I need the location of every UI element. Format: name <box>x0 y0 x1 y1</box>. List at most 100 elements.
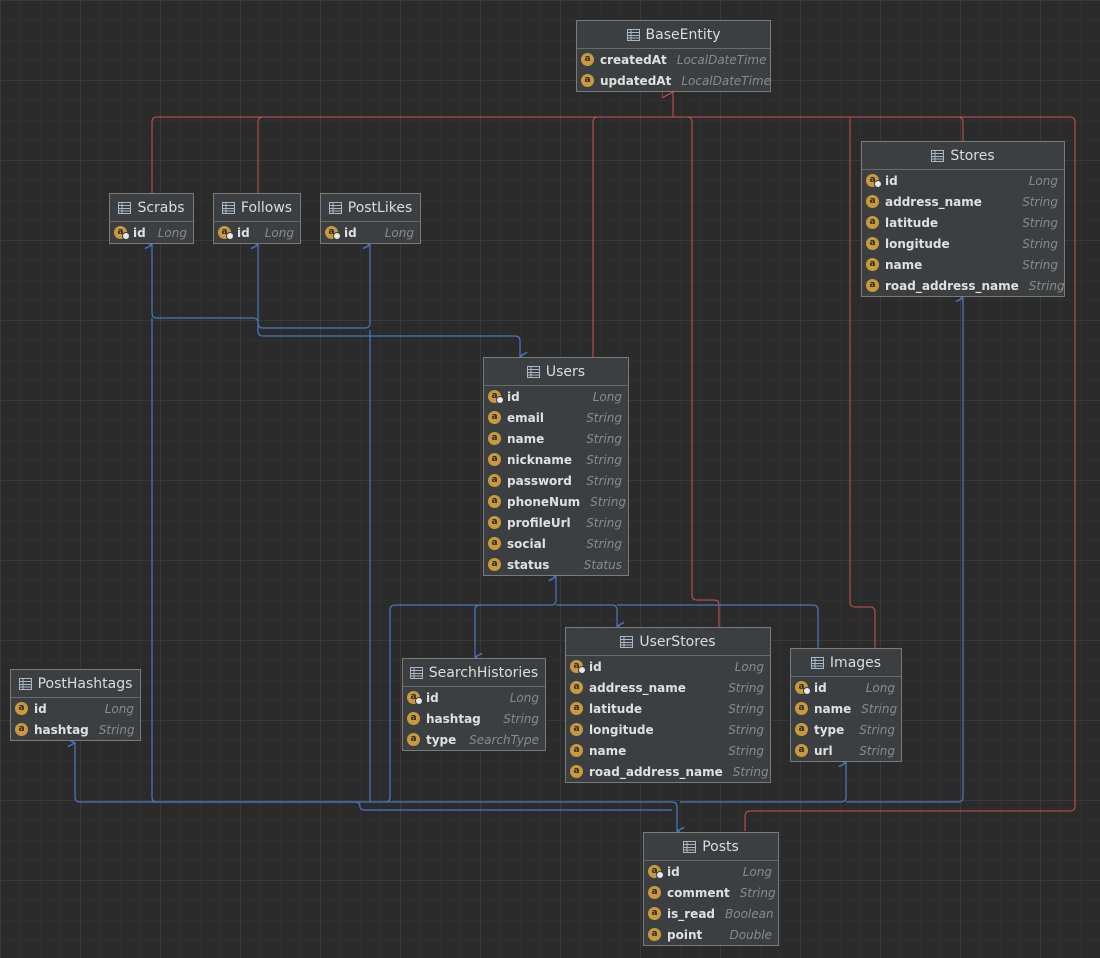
primary-key-icon: a <box>866 174 882 188</box>
field-row-url[interactable]: a url String <box>791 740 901 761</box>
field-row-id[interactable]: a id Long <box>644 861 778 882</box>
entity-title: Scrabs <box>137 199 185 216</box>
field-row-name[interactable]: a name String <box>484 428 628 449</box>
field-row-longitude[interactable]: a longitude String <box>862 233 1064 254</box>
field-row-id[interactable]: a id Long <box>791 677 901 698</box>
field-name: url <box>814 743 833 758</box>
field-row-social[interactable]: a social String <box>484 533 628 554</box>
field-row-name[interactable]: a name String <box>791 698 901 719</box>
field-icon: a <box>488 537 501 550</box>
field-name: hashtag <box>426 711 481 726</box>
field-type: String <box>728 743 764 758</box>
primary-key-icon: a <box>795 681 811 695</box>
field-name: address_name <box>885 194 982 209</box>
field-type: String <box>98 722 135 737</box>
field-row-latitude[interactable]: a latitude String <box>862 212 1064 233</box>
field-row-longitude[interactable]: a longitude String <box>566 719 770 740</box>
field-row-phone-num[interactable]: a phoneNum String <box>484 491 628 512</box>
field-row-id[interactable]: a id Long <box>862 170 1064 191</box>
entity-posts[interactable]: Posts a id Long a comment String a is_read Boolea… <box>643 832 779 946</box>
field-row-latitude[interactable]: a latitude String <box>566 698 770 719</box>
field-icon: a <box>581 53 594 66</box>
field-row-nickname[interactable]: a nickname String <box>484 449 628 470</box>
association-line <box>258 245 370 329</box>
table-icon <box>409 666 423 679</box>
entity-scrabs[interactable]: Scrabs a id Long <box>109 193 194 244</box>
field-icon: a <box>866 258 879 271</box>
primary-key-icon: a <box>325 226 341 240</box>
field-row-comment[interactable]: a comment String <box>644 882 778 903</box>
field-type: String <box>859 722 895 737</box>
field-row-updated-at[interactable]: a updatedAt LocalDateTime <box>577 70 771 91</box>
field-row-road-address-name[interactable]: a road_address_name String <box>566 761 770 782</box>
field-row-name[interactable]: a name String <box>566 740 770 761</box>
field-row-id[interactable]: a id Long <box>403 687 545 708</box>
field-type: String <box>586 431 622 446</box>
entity-header: BaseEntity <box>577 21 770 49</box>
entity-header: UserStores <box>566 628 770 656</box>
field-type: String <box>859 743 895 758</box>
field-row-type[interactable]: a type String <box>791 719 901 740</box>
field-name: road_address_name <box>589 764 723 779</box>
field-name: type <box>426 732 457 747</box>
table-icon <box>221 201 235 214</box>
field-icon: a <box>488 558 501 571</box>
field-icon: a <box>488 453 501 466</box>
field-row-road-address-name[interactable]: a road_address_name String <box>862 275 1065 296</box>
entity-base-entity[interactable]: BaseEntity a createdAt LocalDateTime a update… <box>576 20 771 92</box>
entity-title: PostLikes <box>347 199 413 216</box>
entity-user-stores[interactable]: UserStores a id Long a address_name String a lat… <box>565 627 771 783</box>
field-row-id[interactable]: a id Long <box>484 386 628 407</box>
field-row-profile-url[interactable]: a profileUrl String <box>484 512 628 533</box>
field-row-id[interactable]: a id Long <box>321 222 420 243</box>
primary-key-icon: a <box>218 226 234 240</box>
association-line <box>556 604 617 626</box>
field-row-name[interactable]: a name String <box>862 254 1064 275</box>
field-icon: a <box>866 216 879 229</box>
field-type: Long <box>509 690 539 705</box>
entity-follows[interactable]: Follows a id Long <box>213 193 301 244</box>
entity-search-histories[interactable]: SearchHistories a id Long a hashtag String a typ… <box>402 658 546 751</box>
field-type: Long <box>157 225 187 240</box>
field-row-id[interactable]: a id Long <box>214 222 300 243</box>
field-icon: a <box>570 681 583 694</box>
field-row-password[interactable]: a password String <box>484 470 628 491</box>
field-type: String <box>586 473 622 488</box>
inheritance-line <box>686 116 720 627</box>
field-row-address-name[interactable]: a address_name String <box>862 191 1064 212</box>
field-type: Double <box>729 927 772 942</box>
field-icon: a <box>795 702 808 715</box>
field-name: id <box>344 225 357 240</box>
entity-users[interactable]: Users a id Long a email String a name String a nick… <box>483 357 629 576</box>
field-name: name <box>589 743 627 758</box>
field-row-email[interactable]: a email String <box>484 407 628 428</box>
field-row-address-name[interactable]: a address_name String <box>566 677 770 698</box>
entity-post-hashtags[interactable]: PostHashtags a id Long a hashtag String <box>10 669 141 741</box>
field-icon: a <box>570 765 583 778</box>
field-name: id <box>426 690 439 705</box>
field-row-id[interactable]: a id Long <box>566 656 770 677</box>
field-row-status[interactable]: a status Status <box>484 554 628 575</box>
field-name: updatedAt <box>600 73 672 88</box>
entity-title: Follows <box>240 199 293 216</box>
primary-key-icon: a <box>488 390 504 404</box>
association-line <box>475 604 480 657</box>
field-row-point[interactable]: a point Double <box>644 924 778 945</box>
field-type: String <box>503 711 539 726</box>
field-row-is-read[interactable]: a is_read Boolean <box>644 903 778 924</box>
field-row-created-at[interactable]: a createdAt LocalDateTime <box>577 49 770 70</box>
field-row-id[interactable]: a id Long <box>110 222 193 243</box>
field-type: String <box>728 701 764 716</box>
entity-images[interactable]: Images a id Long a name String a type String a url S… <box>790 648 902 762</box>
field-row-hashtag[interactable]: a hashtag String <box>403 708 545 729</box>
field-icon: a <box>866 195 879 208</box>
entity-stores[interactable]: Stores a id Long a address_name String a latitud… <box>861 141 1065 297</box>
entity-header: Scrabs <box>110 194 193 222</box>
field-row-id[interactable]: a id Long <box>11 698 140 719</box>
field-row-hashtag[interactable]: a hashtag String <box>11 719 140 740</box>
entity-title: BaseEntity <box>645 26 721 43</box>
field-row-type[interactable]: a type SearchType <box>403 729 545 750</box>
field-icon: a <box>15 723 28 736</box>
entity-post-likes[interactable]: PostLikes a id Long <box>320 193 421 244</box>
field-name: profileUrl <box>507 515 571 530</box>
